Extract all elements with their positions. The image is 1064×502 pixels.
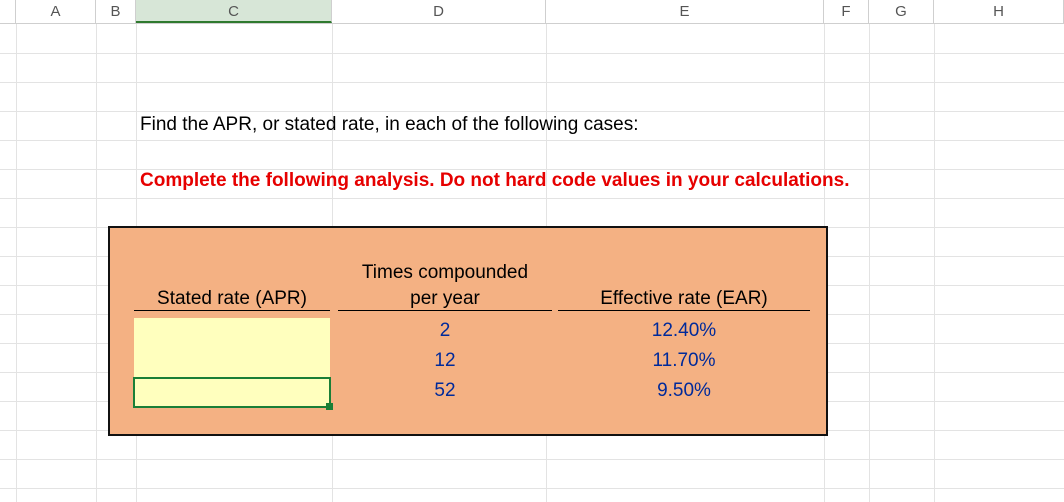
sheet-body[interactable]: Find the APR, or stated rate, in each of… (0, 24, 1064, 502)
cell-times-2[interactable]: 12 (338, 350, 552, 372)
cell-ear-1[interactable]: 12.40% (558, 320, 810, 342)
col-header-g[interactable]: G (869, 0, 934, 23)
prompt-text: Find the APR, or stated rate, in each of… (140, 114, 639, 136)
select-all-corner[interactable] (0, 0, 16, 23)
active-cell-selection[interactable] (133, 377, 331, 408)
col-header-b[interactable]: B (96, 0, 136, 23)
cell-times-1[interactable]: 2 (338, 320, 552, 342)
col-header-e[interactable]: E (546, 0, 824, 23)
col-header-c[interactable]: C (136, 0, 332, 23)
header-apr: Stated rate (APR) (134, 288, 330, 311)
analysis-panel: Stated rate (APR) Times compounded per y… (108, 226, 828, 436)
col-header-a[interactable]: A (16, 0, 96, 23)
header-ear: Effective rate (EAR) (558, 288, 810, 311)
fill-handle[interactable] (326, 403, 333, 410)
column-header-row: A B C D E F G H (0, 0, 1064, 24)
cell-ear-2[interactable]: 11.70% (558, 350, 810, 372)
cell-ear-3[interactable]: 9.50% (558, 380, 810, 402)
spreadsheet: A B C D E F G H Find the (0, 0, 1064, 502)
header-times-line2: per year (338, 288, 552, 311)
cell-times-3[interactable]: 52 (338, 380, 552, 402)
col-header-f[interactable]: F (824, 0, 869, 23)
col-header-d[interactable]: D (332, 0, 546, 23)
instruction-text: Complete the following analysis. Do not … (140, 170, 849, 192)
col-header-h[interactable]: H (934, 0, 1064, 23)
header-times-line1: Times compounded (338, 262, 552, 284)
